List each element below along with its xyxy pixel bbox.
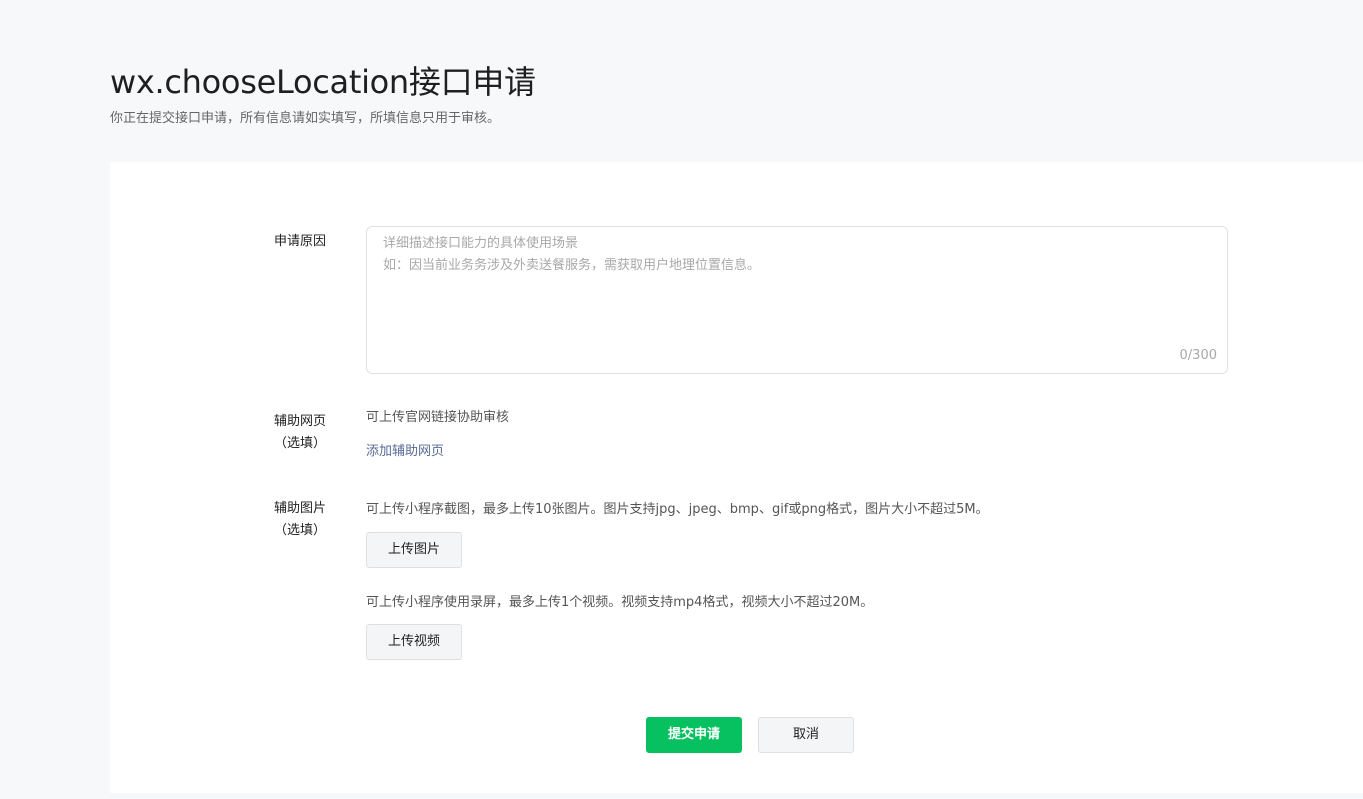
upload-image-button[interactable]: 上传图片 xyxy=(366,532,462,568)
reason-label: 申请原因 xyxy=(273,234,326,249)
helper-image-label-text: 辅助图片 xyxy=(273,501,326,516)
upload-image-wrap: 上传图片 xyxy=(366,532,462,568)
helper-page-label: 辅助网页 （选填） xyxy=(260,411,340,455)
reason-char-counter: 0/300 xyxy=(1179,348,1217,363)
page-subtitle: 你正在提交接口申请，所有信息请如实填写，所填信息只用于审核。 xyxy=(110,111,501,126)
helper-page-hint: 可上传官网链接协助审核 xyxy=(366,410,510,425)
helper-image-optional-text: （选填） xyxy=(273,523,326,538)
add-helper-page-link[interactable]: 添加辅助网页 xyxy=(366,444,444,459)
helper-page-optional-text: （选填） xyxy=(273,436,326,451)
helper-page-label-text: 辅助网页 xyxy=(273,414,326,429)
page-header: wx.chooseLocation接口申请 你正在提交接口申请，所有信息请如实填… xyxy=(110,58,536,128)
helper-page-content: 可上传官网链接协助审核 xyxy=(366,407,509,429)
helper-video-hint-wrap: 可上传小程序使用录屏，最多上传1个视频。视频支持mp4格式，视频大小不超过20M… xyxy=(366,592,873,614)
helper-image-hint-wrap: 可上传小程序截图，最多上传10张图片。图片支持jpg、jpeg、bmp、gif或… xyxy=(366,499,989,521)
upload-video-button[interactable]: 上传视频 xyxy=(366,624,462,660)
helper-video-hint: 可上传小程序使用录屏，最多上传1个视频。视频支持mp4格式，视频大小不超过20M… xyxy=(366,595,874,610)
page: wx.chooseLocation接口申请 你正在提交接口申请，所有信息请如实填… xyxy=(0,0,1363,799)
upload-video-wrap: 上传视频 xyxy=(366,624,462,660)
application-form-card: 申请原因 0/300 辅助网页 （选填） 可上传官网链接协助审核 添加辅助网页 … xyxy=(110,162,1363,793)
helper-image-label: 辅助图片 （选填） xyxy=(260,498,340,542)
cancel-button[interactable]: 取消 xyxy=(758,717,854,753)
helper-page-link-wrap: 添加辅助网页 xyxy=(366,440,444,463)
submit-application-button[interactable]: 提交申请 xyxy=(646,717,742,753)
page-title: wx.chooseLocation接口申请 xyxy=(110,63,536,101)
reason-field: 0/300 xyxy=(366,226,1228,374)
reason-textarea[interactable] xyxy=(367,227,1227,373)
helper-image-hint: 可上传小程序截图，最多上传10张图片。图片支持jpg、jpeg、bmp、gif或… xyxy=(366,502,989,517)
